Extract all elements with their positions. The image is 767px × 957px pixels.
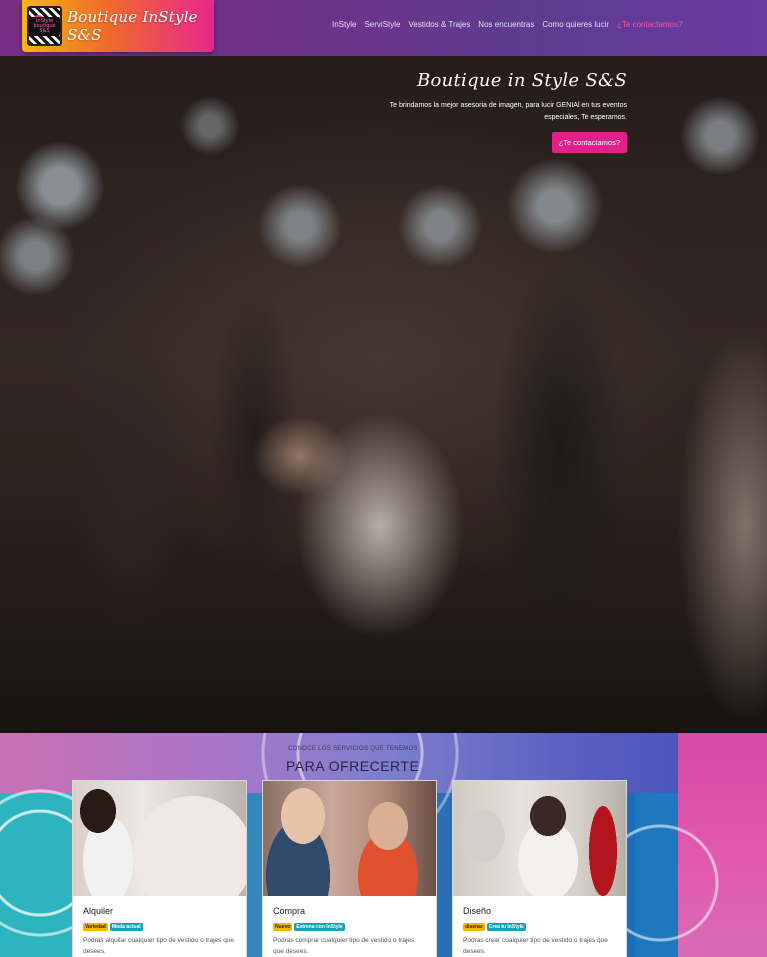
nav-link-servistyle[interactable]: ServiStyle	[364, 20, 400, 29]
hero-description-line2: especiales, Te esperamos.	[544, 114, 627, 121]
service-card-alquiler[interactable]: Alquiler Variedad Moda actual Podras alq…	[72, 780, 247, 957]
badge: Variedad	[83, 923, 108, 931]
service-card-diseno[interactable]: Diseño disenar Crea tu InStyle Podras cr…	[452, 780, 627, 957]
card-image	[263, 781, 436, 896]
card-body: Alquiler Variedad Moda actual Podras alq…	[73, 896, 246, 957]
card-image	[73, 781, 246, 896]
card-body: Compra Nuevo Estrena con InStyle Podras …	[263, 896, 436, 957]
brand-name: Boutique InStyle S&S	[67, 8, 198, 44]
brand[interactable]: InStyle boutique S&S Boutique InStyle S&…	[22, 0, 214, 52]
brand-logo: InStyle boutique S&S	[27, 6, 63, 46]
nav-link-contactamos[interactable]: ¿Te contactamos?	[617, 20, 682, 29]
card-title: Compra	[273, 906, 306, 916]
card-text: Podras alquilar cualquier tipo de vestid…	[83, 937, 235, 955]
service-card-compra[interactable]: Compra Nuevo Estrena con InStyle Podras …	[262, 780, 437, 957]
brand-logo-text: InStyle boutique S&S	[29, 16, 61, 36]
card-title: Diseño	[463, 906, 492, 916]
nav-link-vestidos[interactable]: Vestidos & Trajes	[408, 20, 470, 29]
card-badges: Nuevo Estrena con InStyle	[273, 923, 426, 931]
card-title: Alquiler	[83, 906, 114, 916]
card-image	[453, 781, 626, 896]
hero: Boutique in Style S&S Te brindamos la me…	[0, 56, 767, 733]
hero-description-line1: Te brindamos la mejor asesoria de imagen…	[389, 102, 627, 109]
nav-link-instyle[interactable]: InStyle	[332, 20, 356, 29]
hero-text: Boutique in Style S&S Te brindamos la me…	[327, 68, 627, 153]
nav-link-nos-encuentras[interactable]: Nos encuentras	[478, 20, 534, 29]
badge: disenar	[463, 923, 485, 931]
services-subtitle: CONOCE LOS SERVICIOS QUE TENEMOS	[288, 746, 418, 752]
card-body: Diseño disenar Crea tu InStyle Podras cr…	[453, 896, 626, 957]
services-section: CONOCE LOS SERVICIOS QUE TENEMOS PARA OF…	[0, 733, 767, 957]
badge: Nuevo	[273, 923, 293, 931]
badge: Moda actual	[109, 923, 143, 931]
hero-photo	[0, 56, 767, 733]
navbar: InStyle boutique S&S Boutique InStyle S&…	[0, 0, 767, 56]
badge: Crea tu InStyle	[486, 923, 526, 931]
nav-links: InStyle ServiStyle Vestidos & Trajes Nos…	[332, 20, 690, 29]
hero-title: Boutique in Style S&S	[416, 70, 627, 91]
hero-description: Te brindamos la mejor asesoria de imagen…	[327, 100, 627, 124]
card-text: Podras comprar cualquier tipo de vestido…	[273, 937, 415, 955]
nav-link-como-lucir[interactable]: Como quieres lucir	[542, 20, 609, 29]
hero-contact-button[interactable]: ¿Te contactamos?	[551, 132, 627, 153]
services-title: PARA OFRECERTE	[286, 758, 420, 774]
card-badges: Variedad Moda actual	[83, 923, 236, 931]
badge: Estrena con InStyle	[294, 923, 345, 931]
card-text: Podras crear cualquier tipo de vestido o…	[463, 937, 608, 955]
card-badges: disenar Crea tu InStyle	[463, 923, 616, 931]
